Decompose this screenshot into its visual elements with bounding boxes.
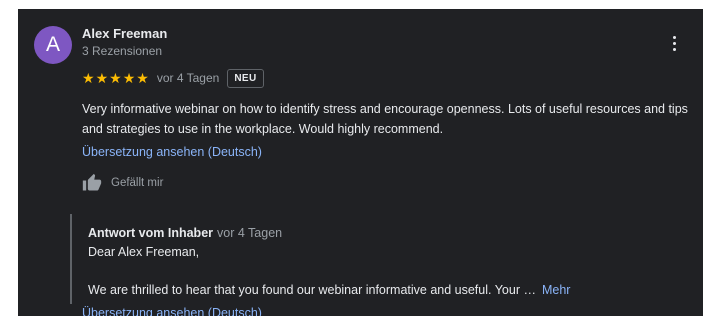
thumbs-up-icon <box>82 173 102 191</box>
more-vert-icon[interactable] <box>666 33 682 53</box>
star-icon: ★ <box>122 70 136 86</box>
new-badge: NEU <box>227 68 264 88</box>
star-icon: ★ <box>109 70 122 86</box>
reply-date: vor 4 Tagen <box>217 226 283 240</box>
reply-text: We are thrilled to hear that you found o… <box>88 283 536 297</box>
review-count[interactable]: 3 Rezensionen <box>82 44 162 58</box>
star-icon: ★ <box>82 70 95 86</box>
author-name[interactable]: Alex Freeman <box>82 26 167 41</box>
star-icon: ★ <box>95 70 109 86</box>
review-card: A Alex Freeman 3 Rezensionen ★ ★ ★ ★ ★ v… <box>18 9 703 316</box>
reply-more-link[interactable]: Mehr <box>542 283 570 297</box>
rating-row: ★ ★ ★ ★ ★ vor 4 Tagen NEU <box>82 67 264 89</box>
like-button[interactable]: Gefällt mir <box>82 173 163 193</box>
reply-body: We are thrilled to hear that you found o… <box>88 283 570 297</box>
reply-owner-label: Antwort vom Inhaber <box>88 226 214 240</box>
translate-review-link[interactable]: Übersetzung ansehen (Deutsch) <box>82 145 262 159</box>
review-date: vor 4 Tagen <box>156 71 220 85</box>
reply-greeting: Dear Alex Freeman, <box>88 245 200 259</box>
star-icon: ★ <box>136 70 149 86</box>
translate-reply-link[interactable]: Übersetzung ansehen (Deutsch) <box>82 306 262 316</box>
reply-header: Antwort vom Inhaber vor 4 Tagen <box>88 226 282 240</box>
like-label: Gefällt mir <box>111 177 164 189</box>
avatar[interactable]: A <box>34 26 72 64</box>
star-rating: ★ ★ ★ ★ ★ <box>82 71 149 85</box>
owner-reply: Antwort vom Inhaber vor 4 Tagen Dear Alex… <box>70 214 672 304</box>
review-text: Very informative webinar on how to ident… <box>82 102 688 136</box>
